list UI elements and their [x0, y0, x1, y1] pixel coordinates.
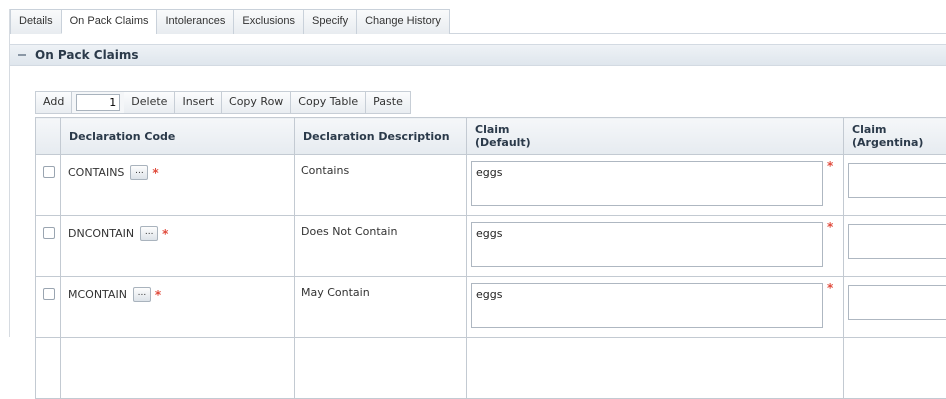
select-cell — [36, 216, 61, 277]
tab-bar: Details On Pack Claims Intolerances Excl… — [10, 9, 946, 34]
tab-details[interactable]: Details — [10, 9, 61, 34]
tab-on-pack-claims[interactable]: On Pack Claims — [61, 9, 157, 34]
select-column-header — [36, 118, 61, 155]
app-frame: Details On Pack Claims Intolerances Excl… — [9, 9, 946, 337]
select-cell — [36, 338, 61, 399]
row-count-input[interactable] — [76, 94, 120, 111]
select-cell — [36, 277, 61, 338]
tab-exclusions[interactable]: Exclusions — [233, 9, 303, 34]
copy-row-button[interactable]: Copy Row — [222, 92, 291, 113]
code-cell: MCONTAIN ... * — [61, 277, 295, 338]
column-header-code: Declaration Code — [61, 118, 295, 155]
claim-argentina-header-line1: Claim — [852, 123, 939, 136]
claim-default-input[interactable]: eggs — [471, 222, 823, 267]
delete-button[interactable]: Delete — [124, 92, 175, 113]
table-row: MCONTAIN ... * May Contain eggs * — [36, 277, 946, 338]
description-cell — [295, 338, 467, 399]
add-button[interactable]: Add — [36, 92, 72, 113]
lookup-button[interactable]: ... — [130, 165, 148, 180]
column-header-claim-argentina: Claim (Argentina) — [844, 118, 946, 155]
row-checkbox[interactable] — [43, 288, 55, 300]
table-row: CONTAINS ... * Contains eggs * — [36, 155, 946, 216]
claim-default-header-line2: (Default) — [475, 136, 835, 149]
claim-argentina-input[interactable] — [848, 224, 946, 259]
claim-default-input[interactable]: eggs — [471, 283, 823, 328]
select-cell — [36, 155, 61, 216]
claim-default-cell: eggs * — [467, 277, 844, 338]
claim-default-cell: eggs * — [467, 155, 844, 216]
row-checkbox[interactable] — [43, 166, 55, 178]
minus-collapse-icon[interactable] — [17, 50, 27, 60]
declaration-code: MCONTAIN — [68, 288, 127, 301]
lookup-button[interactable]: ... — [140, 226, 158, 241]
table-header-row: Declaration Code Declaration Description… — [36, 118, 946, 155]
claim-default-cell — [467, 338, 844, 399]
claim-argentina-cell — [844, 277, 946, 338]
insert-button[interactable]: Insert — [175, 92, 222, 113]
claim-argentina-cell — [844, 338, 946, 399]
declaration-description: Contains — [295, 155, 466, 177]
claims-table: Declaration Code Declaration Description… — [35, 117, 946, 399]
section-title: On Pack Claims — [35, 48, 139, 62]
claim-argentina-cell — [844, 216, 946, 277]
declaration-code: CONTAINS — [68, 166, 124, 179]
section-header: On Pack Claims — [10, 44, 946, 66]
table-row: DNCONTAIN ... * Does Not Contain eggs * — [36, 216, 946, 277]
column-header-description: Declaration Description — [295, 118, 467, 155]
required-marker: * — [827, 159, 833, 173]
claim-argentina-input[interactable] — [848, 285, 946, 320]
tab-specify[interactable]: Specify — [303, 9, 356, 34]
required-marker: * — [827, 220, 833, 234]
declaration-description: May Contain — [295, 277, 466, 299]
row-checkbox[interactable] — [43, 227, 55, 239]
required-marker: * — [162, 230, 168, 238]
required-marker: * — [152, 169, 158, 177]
table-toolbar: Add Delete Insert Copy Row Copy Table Pa… — [35, 91, 411, 114]
code-cell — [61, 338, 295, 399]
copy-table-button[interactable]: Copy Table — [291, 92, 366, 113]
tab-intolerances[interactable]: Intolerances — [156, 9, 233, 34]
description-cell: May Contain — [295, 277, 467, 338]
table-row-partial — [36, 338, 946, 399]
claim-argentina-cell — [844, 155, 946, 216]
claim-default-cell: eggs * — [467, 216, 844, 277]
claim-argentina-header-line2: (Argentina) — [852, 136, 939, 149]
tab-change-history[interactable]: Change History — [356, 9, 450, 34]
claim-default-input[interactable]: eggs — [471, 161, 823, 206]
code-cell: CONTAINS ... * — [61, 155, 295, 216]
column-header-claim-default: Claim (Default) — [467, 118, 844, 155]
declaration-code: DNCONTAIN — [68, 227, 134, 240]
paste-button[interactable]: Paste — [366, 92, 410, 113]
claim-default-header-line1: Claim — [475, 123, 835, 136]
lookup-button[interactable]: ... — [133, 287, 151, 302]
description-cell: Does Not Contain — [295, 216, 467, 277]
required-marker: * — [155, 291, 161, 299]
claim-argentina-input[interactable] — [848, 163, 946, 198]
required-marker: * — [827, 281, 833, 295]
code-cell: DNCONTAIN ... * — [61, 216, 295, 277]
declaration-description: Does Not Contain — [295, 216, 466, 238]
description-cell: Contains — [295, 155, 467, 216]
